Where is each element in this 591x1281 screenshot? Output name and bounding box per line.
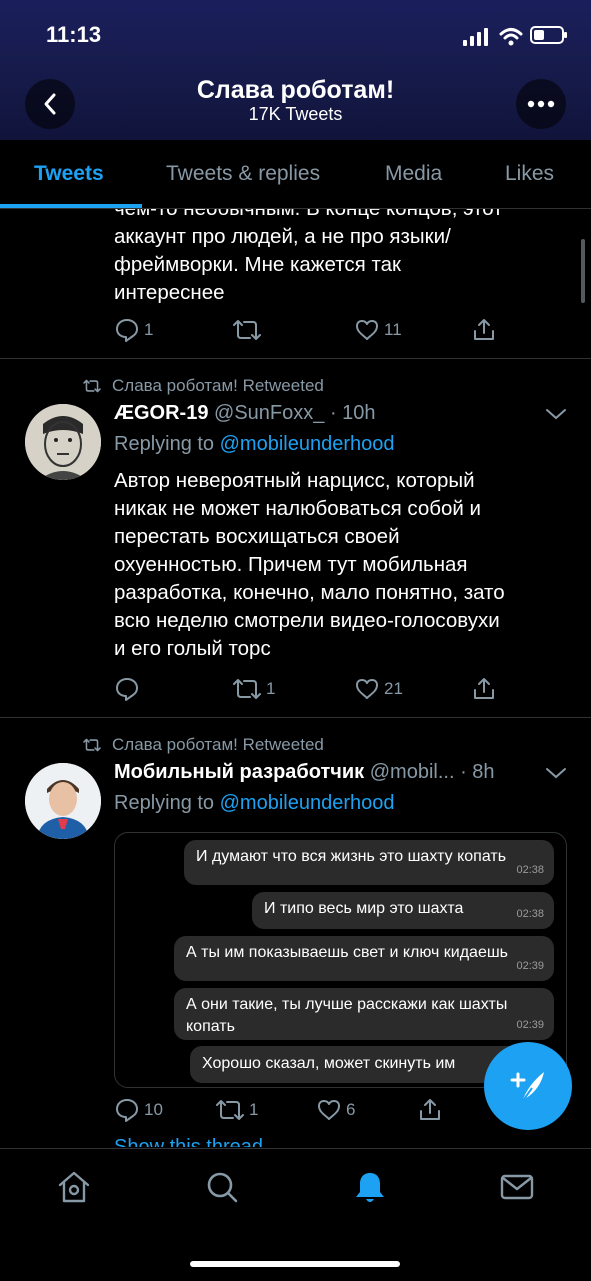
mention-link[interactable]: @mobileunderhood	[220, 792, 395, 814]
chat-bubble: И думают что вся жизнь это шахту копать …	[184, 840, 554, 885]
heart-icon	[356, 679, 378, 699]
nav-search[interactable]	[204, 1169, 240, 1210]
tab-tweets-replies[interactable]: Tweets & replies	[166, 162, 320, 186]
heart-icon	[318, 1100, 340, 1120]
like-button[interactable]: 11	[354, 317, 402, 343]
tweet-author[interactable]: ÆGOR-19 @SunFoxx_ · 10h	[114, 402, 376, 425]
avatar[interactable]	[25, 763, 101, 839]
retweet-icon	[83, 379, 101, 393]
tab-media[interactable]: Media	[385, 162, 442, 186]
reply-button[interactable]: 10	[114, 1097, 163, 1123]
show-thread-link[interactable]: Show this thread	[114, 1136, 263, 1147]
messages-icon	[500, 1174, 534, 1200]
active-tab-indicator	[0, 204, 142, 208]
tab-likes[interactable]: Likes	[505, 162, 554, 186]
chevron-down-icon[interactable]	[545, 407, 567, 421]
mention-link[interactable]: @mobileunderhood	[220, 433, 395, 455]
like-button[interactable]: 21	[354, 676, 403, 702]
reply-icon	[116, 1099, 138, 1122]
chat-bubble: А они такие, ты лучше расскажи как шахты…	[174, 988, 554, 1040]
notifications-bell-icon	[356, 1173, 384, 1202]
compose-feather-icon	[510, 1072, 544, 1103]
search-icon	[207, 1172, 238, 1203]
more-dots-icon	[527, 100, 555, 108]
compose-tweet-button[interactable]	[484, 1042, 572, 1130]
retweet-button[interactable]: 1	[215, 1097, 258, 1123]
chat-bubble: И типо весь мир это шахта 02:38	[252, 892, 554, 929]
media-image-chat-screenshot[interactable]: И думают что вся жизнь это шахту копать …	[114, 832, 567, 1088]
tweet-actions: 1 21	[114, 676, 534, 704]
wifi-icon	[499, 28, 523, 46]
reply-button[interactable]	[114, 676, 144, 702]
avatar[interactable]	[25, 404, 101, 480]
tweet-author[interactable]: Мобильный разработчик @mobil... · 8h	[114, 761, 495, 784]
retweeted-by: Слава роботам! Retweeted	[82, 376, 324, 396]
reply-icon	[116, 319, 138, 342]
status-time: 11:13	[46, 22, 102, 47]
reply-button[interactable]: 1	[114, 317, 153, 343]
bottom-navigation	[0, 1148, 591, 1281]
nav-messages[interactable]	[499, 1169, 535, 1210]
share-button[interactable]	[471, 676, 497, 702]
nav-notifications[interactable]	[352, 1169, 388, 1210]
retweet-icon	[83, 738, 101, 752]
profile-name: Слава роботам!	[196, 76, 395, 104]
like-button[interactable]: 6	[316, 1097, 355, 1123]
divider	[0, 358, 591, 359]
retweet-icon	[233, 679, 261, 699]
share-icon	[420, 1099, 440, 1120]
share-button[interactable]	[471, 317, 497, 343]
avatar-drawing	[25, 763, 101, 839]
chevron-down-icon[interactable]	[545, 766, 567, 780]
replying-to: Replying to @mobileunderhood	[114, 433, 395, 455]
profile-header: 11:13 Слава роботам! 17K Tweets	[0, 0, 591, 140]
home-indicator	[190, 1261, 400, 1267]
scrollbar[interactable]	[581, 239, 585, 303]
tweet-text: Автор невероятный нарцисс, который никак…	[114, 469, 505, 660]
tweet-actions: 10 1 6	[114, 1097, 534, 1125]
profile-tabs: Tweets Tweets & replies Media Likes	[0, 140, 591, 209]
reply-icon	[116, 678, 138, 701]
retweet-button[interactable]: 1	[232, 676, 275, 702]
divider	[0, 717, 591, 718]
more-button[interactable]	[516, 79, 566, 129]
tweet-feed[interactable]: чем-то необычным. В конце концов, этот а…	[0, 209, 591, 1147]
share-icon	[474, 319, 494, 340]
retweet-icon	[233, 320, 261, 340]
battery-icon	[530, 26, 567, 44]
retweeted-by: Слава роботам! Retweeted	[82, 735, 324, 755]
tweet-count: 17K Tweets	[248, 104, 343, 124]
share-button[interactable]	[417, 1097, 443, 1123]
retweet-icon	[216, 1100, 244, 1120]
nav-home[interactable]	[56, 1169, 92, 1210]
cellular-signal-icon	[463, 28, 488, 46]
chat-bubble: А ты им показываешь свет и ключ кидаешь …	[174, 936, 554, 981]
heart-icon	[356, 320, 378, 340]
retweet-button[interactable]	[232, 317, 266, 343]
replying-to: Replying to @mobileunderhood	[114, 792, 395, 814]
tab-tweets[interactable]: Tweets	[34, 162, 104, 186]
avatar-drawing	[25, 404, 101, 480]
home-icon	[58, 1171, 90, 1203]
status-bar: 11:13	[0, 0, 591, 70]
share-icon	[474, 678, 494, 699]
tweet-actions: 1 11	[114, 317, 534, 345]
tweet-text: чем-то необычным. В конце концов, этот а…	[114, 209, 503, 304]
